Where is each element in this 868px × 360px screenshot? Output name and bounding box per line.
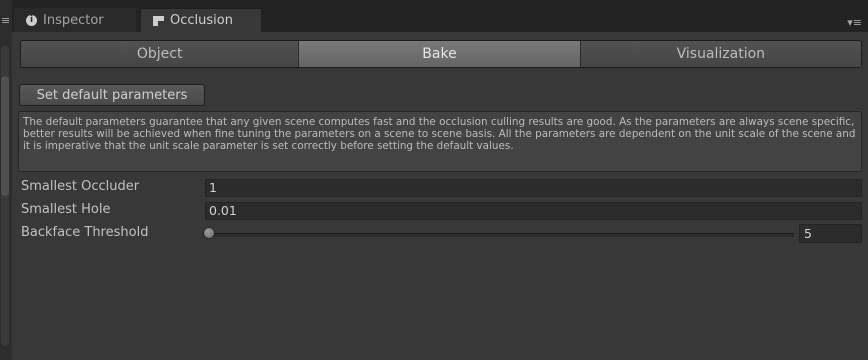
tab-object[interactable]: Object [21, 41, 300, 67]
tab-inspector-label: Inspector [43, 12, 104, 28]
backface-threshold-field[interactable]: 5 [799, 224, 862, 243]
backface-threshold-slider-track[interactable] [208, 233, 794, 237]
info-icon: i [26, 14, 37, 26]
scrollbar-thumb[interactable] [1, 76, 9, 196]
backface-threshold-slider-handle[interactable] [203, 227, 215, 239]
help-box: The default parameters guarantee that an… [18, 111, 862, 172]
tab-occlusion-label: Occlusion [170, 13, 233, 28]
tab-bake[interactable]: Bake [299, 41, 581, 67]
hamburger-menu-icon[interactable]: ≡ [1, 14, 10, 27]
smallest-hole-label: Smallest Hole [21, 202, 111, 217]
occlusion-window-icon [153, 15, 164, 26]
tab-inspector[interactable]: i Inspector [14, 8, 136, 32]
mode-toolbar: Object Bake Visualization [20, 40, 862, 68]
tab-options-menu-icon[interactable]: ▾≡ [847, 16, 862, 29]
backface-threshold-label: Backface Threshold [21, 225, 149, 240]
tab-occlusion[interactable]: Occlusion [140, 8, 262, 32]
smallest-hole-field[interactable]: 0.01 [205, 202, 862, 220]
left-scrollbar[interactable] [1, 46, 9, 346]
set-default-parameters-button[interactable]: Set default parameters [19, 84, 205, 106]
smallest-occluder-field[interactable]: 1 [205, 179, 862, 197]
left-panel-edge: ≡ [0, 0, 12, 360]
tab-bar: i Inspector Occlusion ▾≡ [12, 0, 868, 32]
tab-visualization[interactable]: Visualization [580, 41, 861, 67]
smallest-occluder-label: Smallest Occluder [21, 179, 140, 194]
